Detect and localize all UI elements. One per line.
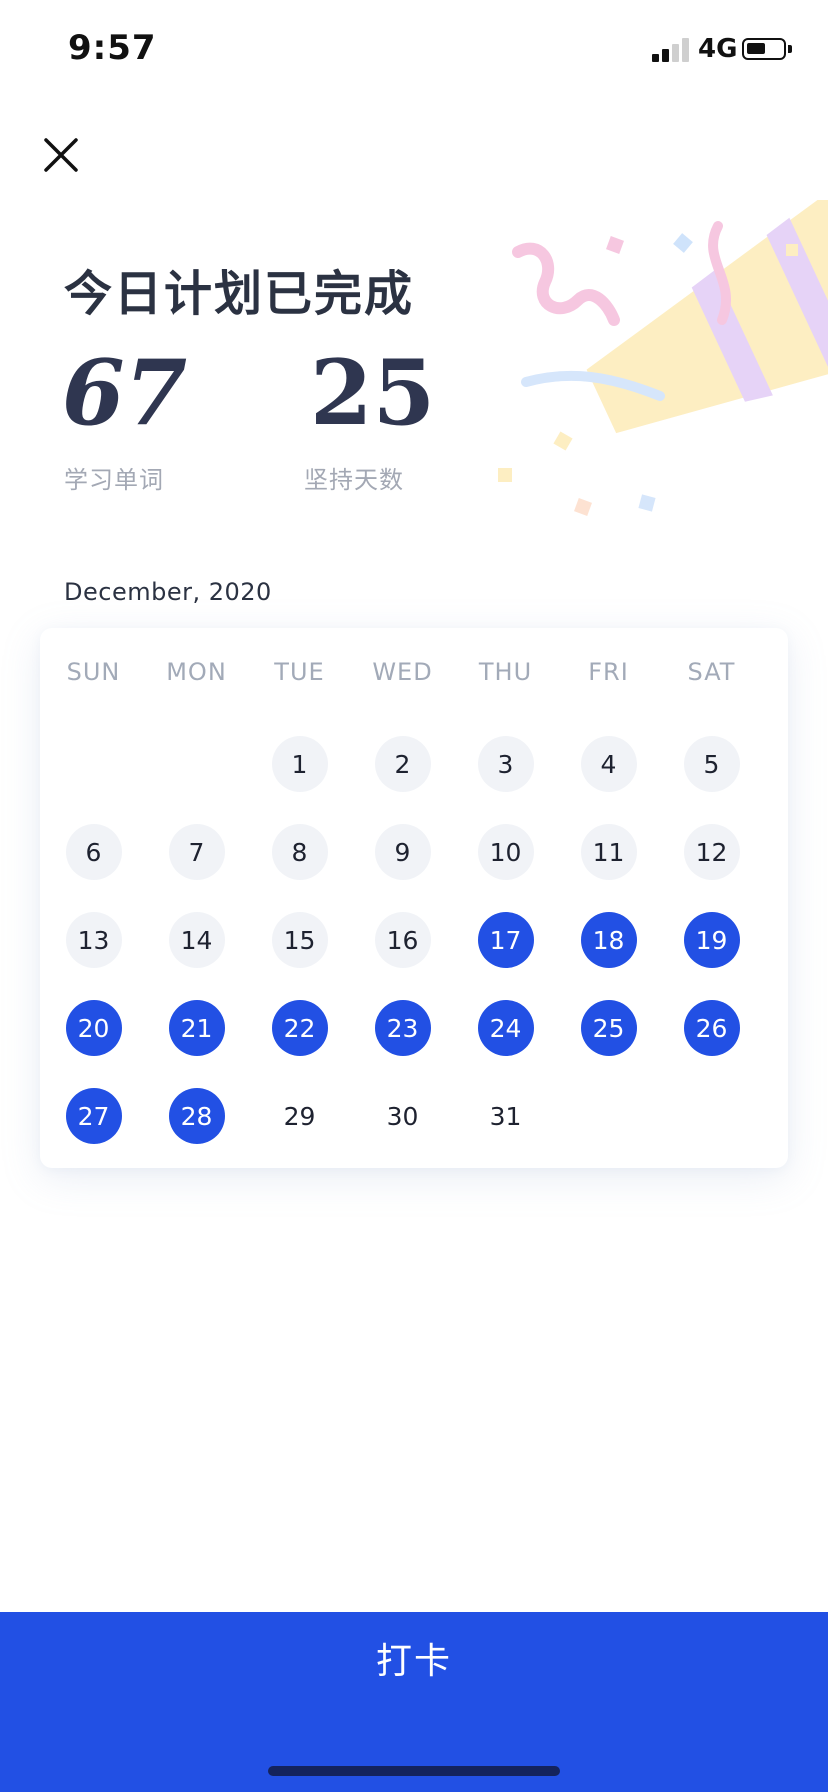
weekday-label: THU (478, 658, 533, 686)
status-bar: 9:57 4G (0, 0, 828, 100)
close-icon (44, 138, 78, 172)
calendar-day-14[interactable]: 14 (168, 912, 225, 968)
calendar-week-row: 20 21 22 23 24 25 26 (40, 984, 788, 1072)
calendar-day-4[interactable]: 4 (580, 736, 637, 792)
calendar-day-21[interactable]: 21 (168, 1000, 225, 1056)
calendar-day-29[interactable]: 29 (272, 1088, 328, 1144)
calendar-cell: 18 (557, 912, 660, 968)
weekday-label: SAT (687, 658, 736, 686)
calendar-week-row: 12345 (40, 720, 788, 808)
calendar-cell: 2 (351, 736, 454, 792)
calendar-cell: 3 (454, 736, 557, 792)
calendar-cell: 27 (42, 1088, 145, 1144)
calendar-cell: 6 (42, 824, 145, 880)
calendar-cell: 30 (351, 1088, 454, 1144)
status-time: 9:57 (68, 28, 157, 68)
calendar-cell: 14 (145, 912, 248, 968)
calendar-cell: 21 (145, 1000, 248, 1056)
calendar-day-18[interactable]: 18 (580, 912, 637, 968)
calendar-day-3[interactable]: 3 (477, 736, 534, 792)
calendar-cell: 15 (248, 912, 351, 968)
calendar-day-10[interactable]: 10 (477, 824, 534, 880)
calendar-day-25[interactable]: 25 (580, 1000, 637, 1056)
check-in-button[interactable]: 打卡 (0, 1612, 828, 1792)
calendar-cell: 29 (248, 1088, 351, 1144)
home-indicator (268, 1766, 560, 1776)
calendar-cell: 17 (454, 912, 557, 968)
calendar-day-27[interactable]: 27 (65, 1088, 122, 1144)
calendar-week-row: 6 7 8 9 10 11 12 (40, 808, 788, 896)
calendar-day-26[interactable]: 26 (683, 1000, 740, 1056)
words-learned-label: 学习单词 (64, 466, 164, 494)
calendar-day-11[interactable]: 11 (580, 824, 637, 880)
calendar-cell: 9 (351, 824, 454, 880)
calendar-day-23[interactable]: 23 (374, 1000, 431, 1056)
calendar-day-19[interactable]: 19 (683, 912, 740, 968)
calendar-day-6[interactable]: 6 (65, 824, 122, 880)
close-button[interactable] (36, 130, 86, 180)
calendar-week-row: 27 28 29 30 31 (40, 1072, 788, 1160)
calendar-cell: 20 (42, 1000, 145, 1056)
calendar-cell: 11 (557, 824, 660, 880)
calendar-cell: 24 (454, 1000, 557, 1056)
calendar-cell: 31 (454, 1088, 557, 1144)
calendar-day-22[interactable]: 22 (271, 1000, 328, 1056)
calendar-cell: 22 (248, 1000, 351, 1056)
weekday-label: FRI (588, 658, 629, 686)
calendar-cell: 25 (557, 1000, 660, 1056)
calendar-day-5[interactable]: 5 (683, 736, 740, 792)
calendar-day-31[interactable]: 31 (478, 1088, 534, 1144)
calendar-week-row: 13 14 15 16 17 18 19 (40, 896, 788, 984)
calendar-cell: 4 (557, 736, 660, 792)
calendar-cell: 23 (351, 1000, 454, 1056)
weekday-label: WED (372, 658, 433, 686)
streak-days-value: 25 (310, 340, 436, 446)
calendar-cell: 26 (660, 1000, 763, 1056)
calendar-cell: 1 (248, 736, 351, 792)
calendar-day-7[interactable]: 7 (168, 824, 225, 880)
battery-icon (742, 38, 792, 60)
streak-days-label: 坚持天数 (304, 466, 404, 494)
network-type: 4G (698, 34, 738, 64)
party-popper-icon (490, 200, 828, 540)
calendar-day-30[interactable]: 30 (375, 1088, 431, 1144)
calendar-cell: 10 (454, 824, 557, 880)
calendar-day-20[interactable]: 20 (65, 1000, 122, 1056)
words-learned-value: 67 (62, 340, 188, 446)
calendar-cell: 19 (660, 912, 763, 968)
calendar-cell: 16 (351, 912, 454, 968)
calendar-day-16[interactable]: 16 (374, 912, 431, 968)
weekday-header: SUN MON TUE WED THU FRI SAT (40, 658, 788, 686)
calendar-day-24[interactable]: 24 (477, 1000, 534, 1056)
calendar-day-28[interactable]: 28 (168, 1088, 225, 1144)
page-title: 今日计划已完成 (64, 266, 415, 322)
calendar-cell: 7 (145, 824, 248, 880)
calendar-day-1[interactable]: 1 (271, 736, 328, 792)
calendar-card: SUN MON TUE WED THU FRI SAT 1 2 3 4 5 6 7 8 9 10 11 12 13 1… (40, 628, 788, 1168)
calendar-day-17[interactable]: 17 (477, 912, 534, 968)
weekday-label: MON (166, 658, 227, 686)
calendar-day-13[interactable]: 13 (65, 912, 122, 968)
calendar-cell: 28 (145, 1088, 248, 1144)
signal-icon (652, 38, 694, 62)
weekday-label: SUN (66, 658, 121, 686)
calendar-cell: 8 (248, 824, 351, 880)
calendar-day-9[interactable]: 9 (374, 824, 431, 880)
calendar-cell: 12 (660, 824, 763, 880)
weekday-label: TUE (274, 658, 325, 686)
calendar-grid: 1 2 3 4 5 6 7 8 9 10 11 12 13 14 15 16 17 18 19 20 21 22 23 24 2… (40, 720, 788, 1160)
calendar-month: December, 2020 (64, 578, 272, 606)
calendar-cell: 5 (660, 736, 763, 792)
calendar-cell: 13 (42, 912, 145, 968)
calendar-day-12[interactable]: 12 (683, 824, 740, 880)
calendar-day-2[interactable]: 2 (374, 736, 431, 792)
calendar-day-15[interactable]: 15 (271, 912, 328, 968)
calendar-day-8[interactable]: 8 (271, 824, 328, 880)
